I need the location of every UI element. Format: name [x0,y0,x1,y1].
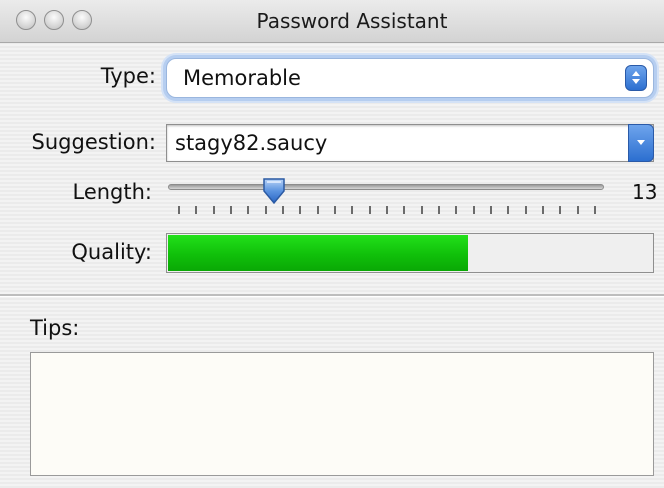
slider-tick [334,206,336,214]
slider-tick [195,206,198,214]
chevron-down-icon [637,140,645,145]
type-selected-value: Memorable [183,66,301,90]
slider-tick [455,206,458,214]
title-bar[interactable]: Password Assistant [0,0,664,43]
chevron-down-icon [632,79,640,84]
slider-tick [420,206,423,214]
popup-stepper-icon[interactable] [625,65,647,91]
slider-tick [576,206,579,214]
slider-tick [594,206,596,214]
slider-tick [368,206,371,214]
slider-tick [282,206,284,214]
length-slider-ticks [178,206,596,216]
slider-tick [316,206,319,214]
quality-label: Quality: [71,240,152,264]
slider-tick [559,206,562,214]
type-popup[interactable]: Memorable [166,58,654,98]
suggestion-value[interactable]: stagy82.saucy [175,125,327,161]
separator [0,294,664,297]
suggestion-dropdown-button[interactable] [628,124,654,162]
suggestion-combo-box[interactable]: stagy82.saucy [166,124,654,162]
slider-tick [507,206,510,214]
slider-tick [386,206,388,214]
slider-tick [178,206,180,214]
length-value: 13 [632,180,658,204]
chevron-up-icon [632,71,640,76]
slider-tick [490,206,492,214]
slider-tick [403,206,406,214]
slider-tick [230,206,232,214]
slider-tick [264,206,267,214]
slider-tick [247,206,250,214]
slider-tick [542,206,544,214]
slider-tick [438,206,440,214]
length-slider-track[interactable] [168,184,604,190]
length-label: Length: [72,180,152,204]
slider-tick [472,206,475,214]
slider-tick [351,206,354,214]
quality-meter-fill [168,235,468,271]
length-slider-knob[interactable] [262,177,286,205]
password-assistant-window: Password Assistant Type: Memorable Sugge… [0,0,664,488]
type-label: Type: [100,64,156,88]
window-title: Password Assistant [256,9,448,33]
slider-tick [212,206,215,214]
tips-label: Tips: [30,316,80,340]
slider-tick [524,206,527,214]
quality-meter [166,233,654,273]
slider-tick [299,206,302,214]
tips-text-area [30,352,654,476]
suggestion-label: Suggestion: [31,130,156,154]
